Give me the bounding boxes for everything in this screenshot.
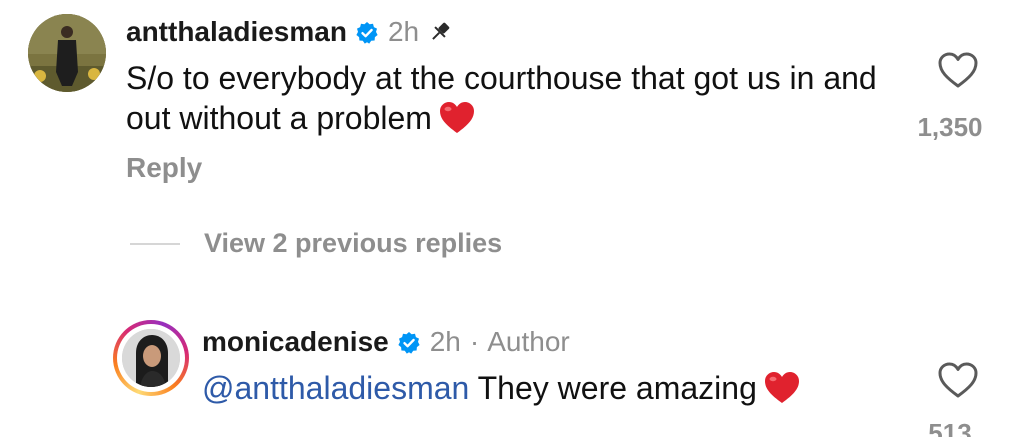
- timestamp: 2h: [387, 16, 420, 47]
- like-count: 1,350: [917, 112, 983, 142]
- avatar-story-ring[interactable]: [113, 320, 189, 396]
- comment: antthaladiesman 2h S/o to everybody at t…: [126, 12, 886, 138]
- comment-body: S/o to everybody at the courthouse that …: [126, 60, 877, 136]
- view-previous-replies-button[interactable]: View 2 previous replies: [130, 228, 502, 259]
- author-label: Author: [487, 326, 570, 357]
- comment-text: @antthaladiesman They were amazing: [202, 368, 982, 408]
- comment-header: antthaladiesman 2h: [126, 12, 886, 52]
- username[interactable]: monicadenise: [202, 326, 389, 358]
- pin-icon: [427, 19, 453, 45]
- comment-text: S/o to everybody at the courthouse that …: [126, 58, 906, 138]
- username[interactable]: antthaladiesman: [126, 16, 347, 48]
- avatar[interactable]: [28, 14, 106, 92]
- divider: [130, 242, 180, 245]
- heart-emoji-icon: [438, 100, 476, 136]
- like-heart-icon[interactable]: [936, 50, 980, 90]
- comment-body: They were amazing: [469, 370, 757, 406]
- reply-button[interactable]: Reply: [126, 152, 202, 184]
- verified-badge-icon: [397, 330, 421, 354]
- heart-emoji-icon: [763, 370, 801, 406]
- verified-badge-icon: [355, 20, 379, 44]
- avatar: [122, 329, 180, 387]
- comment-header: monicadenise 2h · Author: [202, 322, 902, 362]
- reply-comment: monicadenise 2h · Author @antthaladiesma…: [202, 322, 902, 408]
- separator-dot: ·: [469, 326, 480, 357]
- like-count: 513: [928, 418, 972, 437]
- view-replies-label: View 2 previous replies: [204, 228, 503, 258]
- mention-link[interactable]: @antthaladiesman: [202, 370, 469, 406]
- timestamp: 2h: [429, 326, 461, 357]
- like-heart-icon[interactable]: [936, 360, 980, 400]
- comment-thread: antthaladiesman 2h S/o to everybody at t…: [0, 0, 1024, 437]
